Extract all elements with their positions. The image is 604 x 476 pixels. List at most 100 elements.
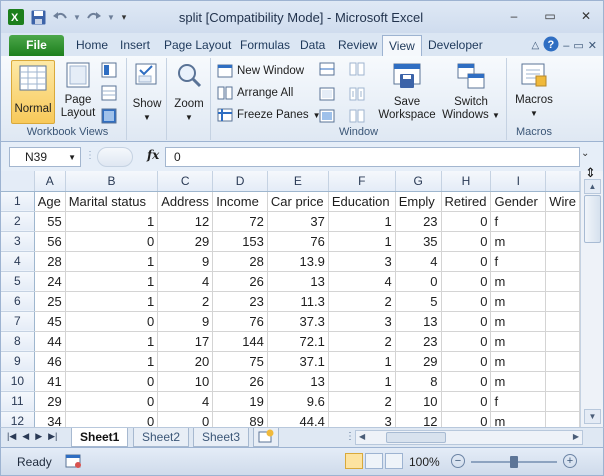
tab-review[interactable]: Review xyxy=(332,35,383,56)
cell[interactable]: 0 xyxy=(65,411,159,427)
tab-data[interactable]: Data xyxy=(294,35,331,56)
cell[interactable]: 10 xyxy=(157,371,214,392)
expand-formula-bar-icon[interactable]: ⌄ xyxy=(581,148,597,166)
cell[interactable]: 3 xyxy=(328,311,396,332)
zoom-slider[interactable] xyxy=(471,456,557,468)
customize-toolbar-icon[interactable]: ▾ xyxy=(119,8,129,26)
row-header[interactable]: 6 xyxy=(1,291,35,312)
cell[interactable] xyxy=(545,411,580,427)
cell[interactable]: 1 xyxy=(65,291,159,312)
cell[interactable]: 0 xyxy=(441,331,492,352)
cell[interactable]: 3 xyxy=(328,251,396,272)
cell[interactable]: 44 xyxy=(34,331,66,352)
column-header[interactable]: C xyxy=(157,171,214,192)
cell[interactable]: 19 xyxy=(212,391,268,412)
cell[interactable]: 56 xyxy=(34,231,66,252)
cell[interactable]: 37.1 xyxy=(267,351,329,372)
sheet-tab-sheet1[interactable]: Sheet1 xyxy=(71,428,129,447)
redo-dropdown-icon[interactable]: ▼ xyxy=(107,8,115,26)
formula-bar-resize-handle[interactable]: ⋮ xyxy=(85,150,95,161)
cell[interactable]: 12 xyxy=(157,211,214,232)
cell[interactable]: 46 xyxy=(34,351,66,372)
cell[interactable]: m xyxy=(490,351,547,372)
cell[interactable]: 72.1 xyxy=(267,331,329,352)
cell[interactable]: 0 xyxy=(441,411,492,427)
workbook-restore-icon[interactable]: ▭ xyxy=(573,39,583,52)
synchronous-scrolling-icon[interactable] xyxy=(349,87,365,101)
cell[interactable] xyxy=(545,271,580,292)
undo-dropdown-icon[interactable]: ▼ xyxy=(73,8,81,26)
zoom-out-button[interactable]: − xyxy=(451,454,465,468)
reset-window-position-icon[interactable] xyxy=(349,109,365,123)
cell[interactable]: 0 xyxy=(441,351,492,372)
cell[interactable]: 0 xyxy=(441,271,492,292)
cell[interactable] xyxy=(545,351,580,372)
cell[interactable]: 1 xyxy=(65,331,159,352)
cell[interactable]: 55 xyxy=(34,211,66,232)
cell[interactable]: 0 xyxy=(441,231,492,252)
cell[interactable]: m xyxy=(490,271,547,292)
page-break-preview-icon[interactable] xyxy=(101,62,117,78)
zoom-in-button[interactable]: + xyxy=(563,454,577,468)
cell[interactable]: 0 xyxy=(441,251,492,272)
cell[interactable]: Education xyxy=(328,191,396,212)
row-header[interactable]: 8 xyxy=(1,331,35,352)
row-header[interactable]: 11 xyxy=(1,391,35,412)
cell[interactable]: Emply xyxy=(395,191,442,212)
cell[interactable]: 25 xyxy=(34,291,66,312)
cell[interactable]: 29 xyxy=(395,351,442,372)
cell[interactable]: 3 xyxy=(328,411,396,427)
column-header[interactable]: H xyxy=(441,171,492,192)
cell[interactable]: 17 xyxy=(157,331,214,352)
cell[interactable]: 89 xyxy=(212,411,268,427)
cell[interactable]: Age xyxy=(34,191,66,212)
zoom-level[interactable]: 100% xyxy=(409,455,440,469)
cell[interactable]: 1 xyxy=(65,351,159,372)
cell[interactable]: 0 xyxy=(441,311,492,332)
previous-sheet-icon[interactable]: ◀ xyxy=(22,431,29,442)
cell[interactable]: 153 xyxy=(212,231,268,252)
row-header[interactable]: 10 xyxy=(1,371,35,392)
row-header[interactable]: 3 xyxy=(1,231,35,252)
tab-home[interactable]: Home xyxy=(70,35,114,56)
cell[interactable]: Address xyxy=(157,191,214,212)
page-layout-view-button[interactable]: Page Layout xyxy=(59,62,97,124)
cell[interactable] xyxy=(545,311,580,332)
cell[interactable] xyxy=(545,231,580,252)
vertical-scroll-thumb[interactable] xyxy=(584,195,601,243)
cell[interactable]: 4 xyxy=(157,391,214,412)
cell[interactable]: 0 xyxy=(157,411,214,427)
cell[interactable]: 9 xyxy=(157,311,214,332)
horizontal-scroll-thumb[interactable] xyxy=(386,432,446,443)
minimize-button[interactable]: – xyxy=(503,7,525,25)
custom-views-icon[interactable] xyxy=(101,85,117,101)
save-workspace-button[interactable]: Save Workspace xyxy=(377,62,437,124)
cell[interactable]: 10 xyxy=(395,391,442,412)
cell[interactable]: 5 xyxy=(395,291,442,312)
hide-icon[interactable] xyxy=(319,87,335,101)
cell[interactable]: 35 xyxy=(395,231,442,252)
cell[interactable]: m xyxy=(490,311,547,332)
column-header[interactable]: I xyxy=(490,171,547,192)
tab-formulas[interactable]: Formulas xyxy=(234,35,296,56)
cell-table[interactable]: A B C D E F G H I 1 Age Marital status Address Income… xyxy=(1,171,580,427)
arrange-all-button[interactable]: Arrange All xyxy=(217,83,293,103)
full-screen-icon[interactable] xyxy=(101,108,117,124)
normal-view-status-button[interactable] xyxy=(345,453,363,469)
last-sheet-icon[interactable]: ▶| xyxy=(48,431,57,442)
cell[interactable]: 37.3 xyxy=(267,311,329,332)
macros-button[interactable]: Macros ▼ xyxy=(511,62,557,124)
cell[interactable] xyxy=(545,331,580,352)
cell[interactable]: 29 xyxy=(157,231,214,252)
split-icon[interactable] xyxy=(319,62,335,76)
cell[interactable]: Wire xyxy=(545,191,580,212)
save-icon[interactable] xyxy=(29,8,47,26)
cell[interactable]: 76 xyxy=(267,231,329,252)
column-header[interactable]: G xyxy=(395,171,442,192)
unhide-icon[interactable] xyxy=(319,109,335,123)
cell[interactable]: 44.4 xyxy=(267,411,329,427)
cell[interactable]: 75 xyxy=(212,351,268,372)
tab-developer[interactable]: Developer xyxy=(422,35,489,56)
cell[interactable]: 13 xyxy=(267,271,329,292)
cell[interactable]: 144 xyxy=(212,331,268,352)
